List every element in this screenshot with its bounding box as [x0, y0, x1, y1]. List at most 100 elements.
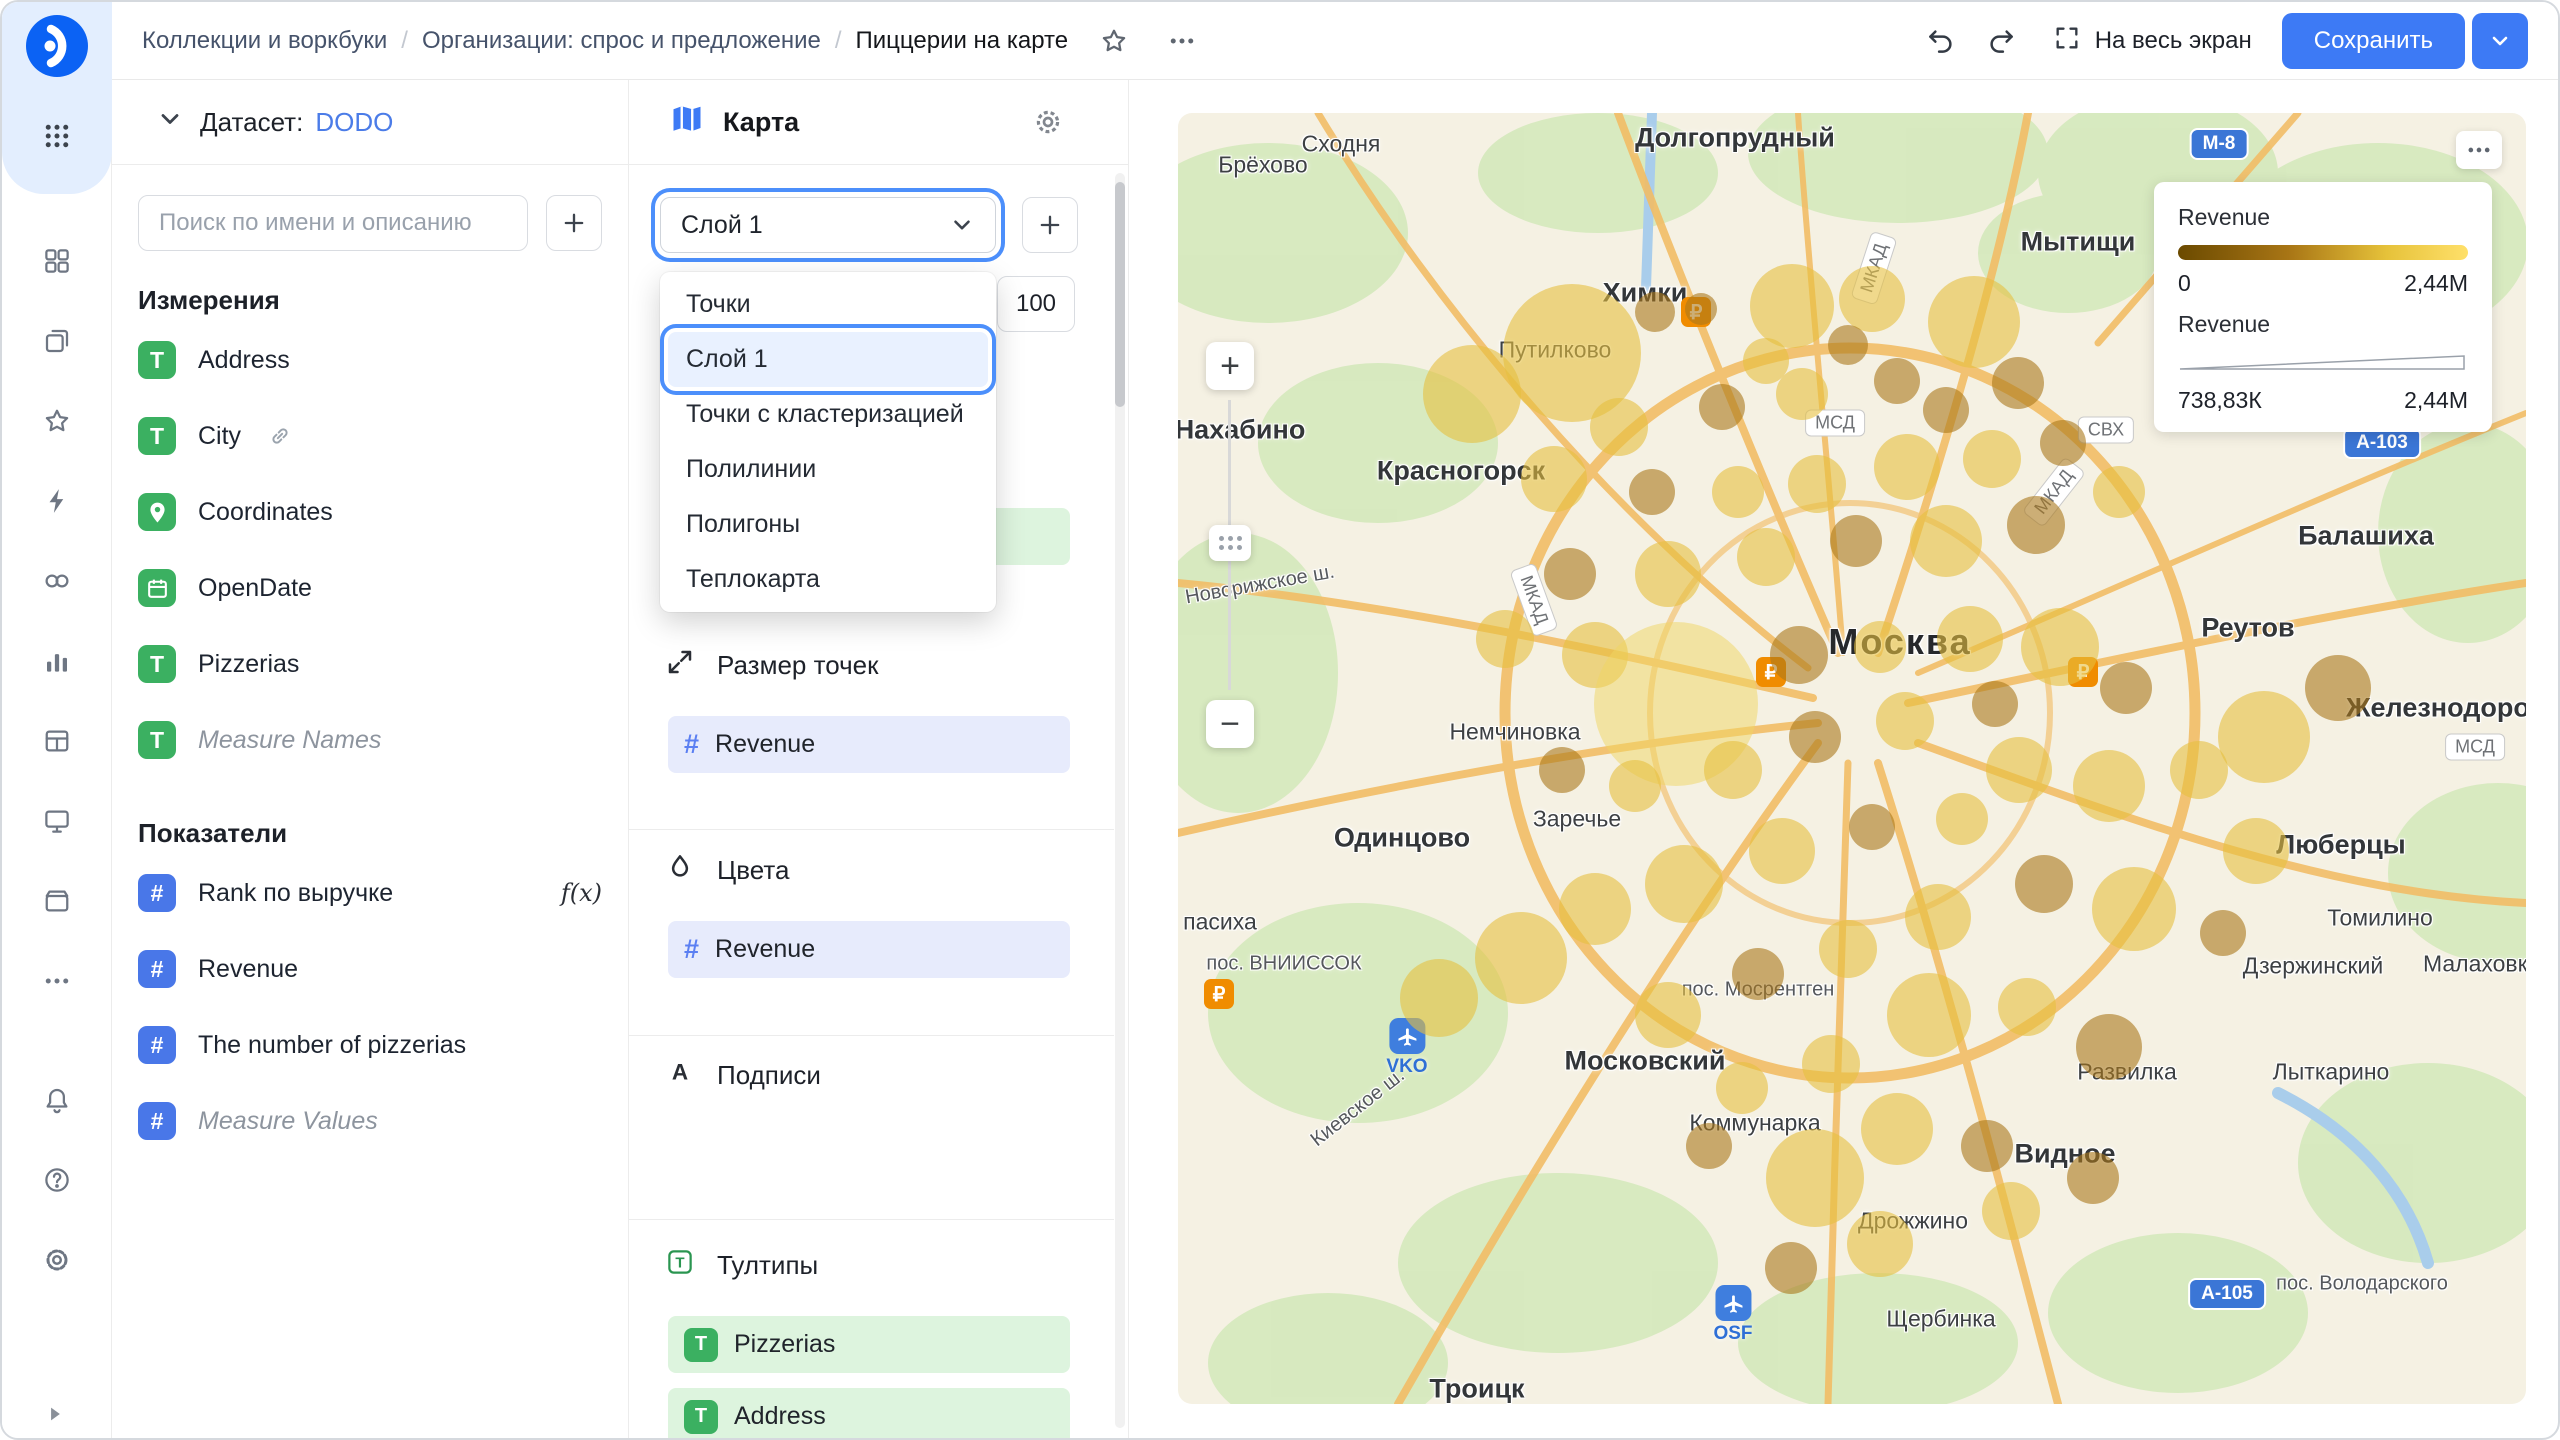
- map-bubble[interactable]: [2040, 420, 2086, 466]
- map-bubble[interactable]: [1770, 626, 1828, 684]
- field-item[interactable]: # Measure Values: [112, 1083, 628, 1159]
- map-bubble[interactable]: [1423, 345, 1521, 443]
- map-bubble[interactable]: [2007, 496, 2065, 554]
- field-item[interactable]: # Rank по выручке f(x): [112, 855, 628, 931]
- map-bubble[interactable]: [1788, 455, 1846, 513]
- map-bubble[interactable]: [1847, 1211, 1913, 1277]
- map-bubble[interactable]: [1635, 982, 1701, 1048]
- rail-workbooks-button[interactable]: [25, 311, 89, 375]
- map-bubble[interactable]: [1686, 1123, 1732, 1169]
- map-bubble[interactable]: [1876, 692, 1934, 750]
- breadcrumb-item[interactable]: Организации: спрос и предложение: [422, 27, 821, 55]
- rail-settings-button[interactable]: [25, 1230, 89, 1294]
- chart-settings-gear-icon[interactable]: [1032, 106, 1064, 138]
- map-bubble[interactable]: [1905, 884, 1971, 950]
- favorite-star-icon[interactable]: [1092, 19, 1136, 63]
- map-bubble[interactable]: [1699, 384, 1745, 430]
- map-bubble[interactable]: [1861, 1093, 1933, 1165]
- map-bubble[interactable]: [2073, 750, 2145, 822]
- rail-help-button[interactable]: [25, 1150, 89, 1214]
- layer-menu-item[interactable]: Точки: [660, 277, 996, 332]
- map-bubble[interactable]: [1539, 747, 1585, 793]
- datalens-logo-icon[interactable]: [25, 14, 89, 78]
- scrollbar-thumb[interactable]: [1115, 182, 1125, 407]
- rail-connections-button[interactable]: [25, 551, 89, 615]
- map-bubble[interactable]: [1712, 466, 1764, 518]
- field-item[interactable]: T Pizzerias: [112, 626, 628, 702]
- dataset-name-link[interactable]: DODO: [315, 107, 393, 138]
- map-bubble[interactable]: [1749, 818, 1815, 884]
- map-bubble[interactable]: [2100, 662, 2152, 714]
- map-bubble[interactable]: [1937, 606, 2003, 672]
- map-bubble[interactable]: [1849, 804, 1895, 850]
- field-item[interactable]: OpenDate: [112, 550, 628, 626]
- rail-quick-actions-button[interactable]: [25, 471, 89, 535]
- rail-charts-button[interactable]: [25, 631, 89, 695]
- map-bubble[interactable]: [2076, 1014, 2142, 1080]
- map-bubble[interactable]: [1737, 528, 1795, 586]
- map-bubble[interactable]: [1629, 469, 1675, 515]
- map-bubble[interactable]: [1910, 505, 1982, 577]
- map-bubble[interactable]: [1923, 387, 1969, 433]
- redo-icon[interactable]: [1979, 19, 2023, 63]
- map-bubble[interactable]: [1963, 430, 2021, 488]
- map-bubble[interactable]: [2021, 608, 2099, 686]
- map-bubble[interactable]: [2223, 818, 2289, 884]
- field-item[interactable]: Coordinates: [112, 474, 628, 550]
- map-bubble[interactable]: [1986, 737, 2052, 803]
- add-layer-button[interactable]: [1022, 197, 1078, 253]
- map-bubble[interactable]: [1839, 266, 1905, 332]
- fullscreen-button[interactable]: На весь экран: [2053, 24, 2252, 57]
- panel-scrollbar[interactable]: [1115, 173, 1125, 1428]
- field-item[interactable]: T Measure Names: [112, 702, 628, 778]
- shelf-field-pill[interactable]: T Pizzerias: [668, 1316, 1070, 1373]
- undo-icon[interactable]: [1919, 19, 1963, 63]
- breadcrumb-item[interactable]: Пиццерии на карте: [856, 27, 1069, 55]
- map-bubble[interactable]: [1609, 760, 1661, 812]
- layer-select[interactable]: Слой 1: [660, 197, 996, 253]
- map-bubble[interactable]: [1544, 548, 1596, 600]
- shelf-field-pill[interactable]: # Revenue: [668, 716, 1070, 773]
- map-bubble[interactable]: [1559, 873, 1631, 945]
- layer-menu-item[interactable]: Полилинии: [660, 442, 996, 497]
- map-bubble[interactable]: [1828, 325, 1868, 365]
- map-bubble[interactable]: [1887, 973, 1971, 1057]
- map-bubble[interactable]: [1992, 357, 2044, 409]
- map-bubble[interactable]: [1635, 292, 1675, 332]
- map-bubble[interactable]: [1874, 434, 1940, 500]
- map-bubble[interactable]: [1998, 978, 2056, 1036]
- map-bubble[interactable]: [2305, 655, 2371, 721]
- map-bubble[interactable]: [1716, 1062, 1768, 1114]
- map-bubble[interactable]: [1765, 1242, 1817, 1294]
- map-bubble[interactable]: [1732, 948, 1784, 1000]
- map-bubble[interactable]: [1789, 711, 1841, 763]
- zoom-out-button[interactable]: −: [1206, 700, 1254, 748]
- map-bubble[interactable]: [1928, 276, 2020, 368]
- shelf-field-pill[interactable]: # Revenue: [668, 921, 1070, 978]
- field-item[interactable]: # The number of pizzerias: [112, 1007, 628, 1083]
- map-bubble[interactable]: [1750, 264, 1834, 348]
- map-bubble[interactable]: [2200, 910, 2246, 956]
- map-bubble[interactable]: [1766, 1129, 1864, 1227]
- map-canvas[interactable]: СходняДолгопрудныйМытищиХимкиБрёховоПути…: [1178, 113, 2526, 1404]
- rail-favorites-button[interactable]: [25, 391, 89, 455]
- map-bubble[interactable]: [2092, 867, 2176, 951]
- map-bubble[interactable]: [2093, 466, 2145, 518]
- map-bubble[interactable]: [1400, 959, 1478, 1037]
- map-bubble[interactable]: [1685, 293, 1717, 325]
- map-bubble[interactable]: [1961, 1120, 2013, 1172]
- rail-more-button[interactable]: [25, 951, 89, 1015]
- map-bubble[interactable]: [1521, 446, 1587, 512]
- add-field-button[interactable]: [546, 195, 602, 251]
- map-more-button[interactable]: [2456, 131, 2502, 169]
- map-bubble[interactable]: [1704, 741, 1762, 799]
- map-bubble[interactable]: [1802, 1035, 1860, 1093]
- dataset-header[interactable]: Датасет: DODO: [112, 80, 628, 165]
- map-bubble[interactable]: [1645, 845, 1723, 923]
- rail-storage-button[interactable]: [25, 871, 89, 935]
- layer-menu-item[interactable]: Точки с кластеризацией: [660, 387, 996, 442]
- map-bubble[interactable]: [1830, 515, 1882, 567]
- zoom-slider-handle[interactable]: [1209, 525, 1251, 561]
- rail-notifications-button[interactable]: [25, 1070, 89, 1134]
- breadcrumb-item[interactable]: Коллекции и воркбуки: [142, 27, 387, 55]
